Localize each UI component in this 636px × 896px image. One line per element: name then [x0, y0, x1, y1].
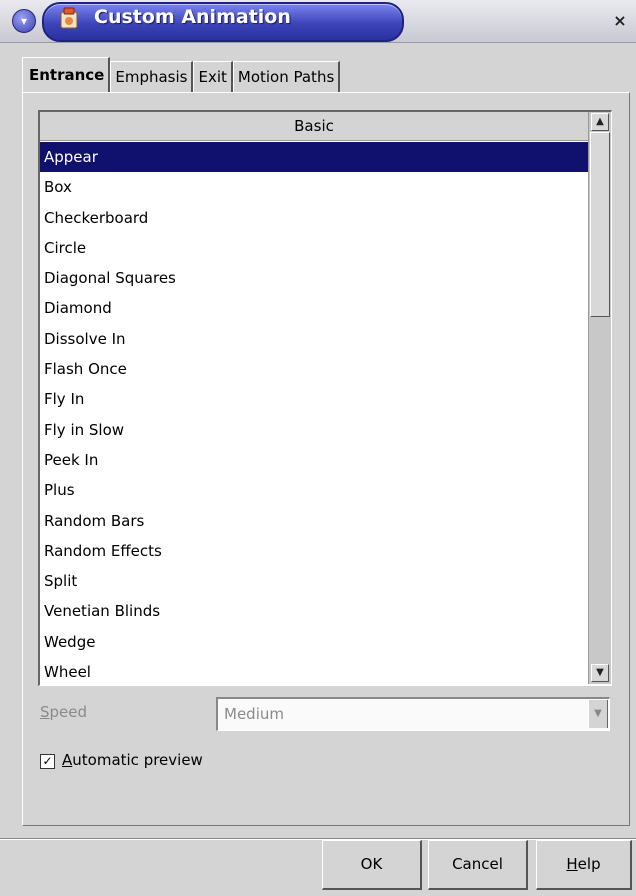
list-item[interactable]: Venetian Blinds [40, 596, 588, 626]
list-item[interactable]: Checkerboard [40, 203, 588, 233]
list-header: Basic [40, 112, 588, 141]
title-bar[interactable]: ▾ Custom Animation × [0, 0, 636, 43]
list-item[interactable]: Random Effects [40, 536, 588, 566]
list-item[interactable]: Dissolve In [40, 324, 588, 354]
list-item[interactable]: Diagonal Squares [40, 263, 588, 293]
speed-dropdown[interactable]: Medium ▼ [216, 697, 610, 731]
arrow-down-icon[interactable]: ▼ [588, 700, 608, 728]
auto-preview-checkbox[interactable]: ✓ [40, 754, 55, 769]
arrow-up-icon[interactable]: ▲ [591, 113, 609, 131]
auto-preview-label[interactable]: Automatic preview [62, 751, 203, 769]
presentation-app-icon [60, 7, 78, 29]
window-menu-button[interactable]: ▾ [12, 9, 36, 33]
tab-bar: Entrance Emphasis Exit Motion Paths [22, 57, 341, 92]
speed-label: Speed [40, 703, 88, 721]
scroll-thumb[interactable] [590, 132, 610, 317]
list-item[interactable]: Box [40, 172, 588, 202]
ok-button[interactable]: OK [322, 840, 422, 890]
tab-emphasis[interactable]: Emphasis [110, 61, 194, 92]
list-item[interactable]: Peek In [40, 445, 588, 475]
list-item[interactable]: Fly In [40, 384, 588, 414]
custom-animation-dialog: ▾ Custom Animation × Entrance Emphasis E… [0, 0, 636, 896]
vertical-scrollbar[interactable]: ▲ ▼ [588, 112, 611, 684]
effects-listbox[interactable]: Basic Appear Box Checkerboard Circle Dia… [38, 110, 612, 686]
list-item[interactable]: Split [40, 566, 588, 596]
speed-value: Medium [224, 705, 284, 723]
arrow-down-icon[interactable]: ▼ [591, 664, 609, 682]
list-item[interactable]: Wedge [40, 627, 588, 657]
list-item[interactable]: Plus [40, 475, 588, 505]
checkmark-icon: ✓ [42, 754, 53, 768]
tab-entrance[interactable]: Entrance [22, 57, 111, 92]
list-item[interactable]: Fly in Slow [40, 415, 588, 445]
help-button[interactable]: Help [536, 840, 632, 890]
list-item[interactable]: Circle [40, 233, 588, 263]
list-item[interactable]: Flash Once [40, 354, 588, 384]
tab-exit[interactable]: Exit [193, 61, 233, 92]
effects-list: Appear Box Checkerboard Circle Diagonal … [40, 142, 588, 685]
tab-motion-paths[interactable]: Motion Paths [232, 61, 341, 92]
window-title: Custom Animation [94, 6, 291, 28]
cancel-button[interactable]: Cancel [428, 840, 528, 890]
chevron-down-icon: ▾ [20, 14, 28, 28]
list-item[interactable]: Diamond [40, 293, 588, 323]
list-item[interactable]: Random Bars [40, 506, 588, 536]
list-item[interactable]: Appear [40, 142, 588, 173]
close-icon[interactable]: × [612, 13, 628, 29]
list-item[interactable]: Wheel [40, 657, 588, 685]
